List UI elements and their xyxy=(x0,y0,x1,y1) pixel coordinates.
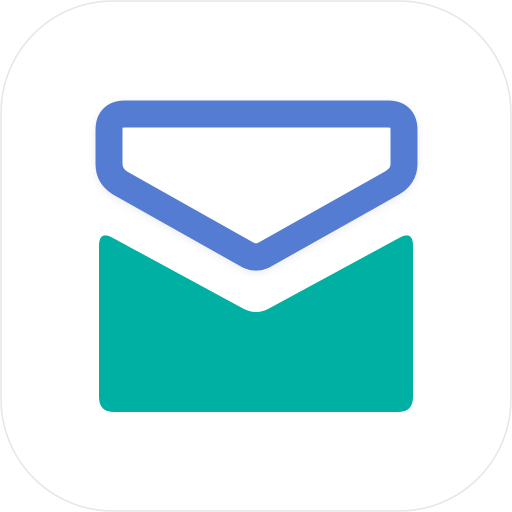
app-icon[interactable] xyxy=(0,0,512,512)
mail-envelope-icon xyxy=(0,0,512,512)
